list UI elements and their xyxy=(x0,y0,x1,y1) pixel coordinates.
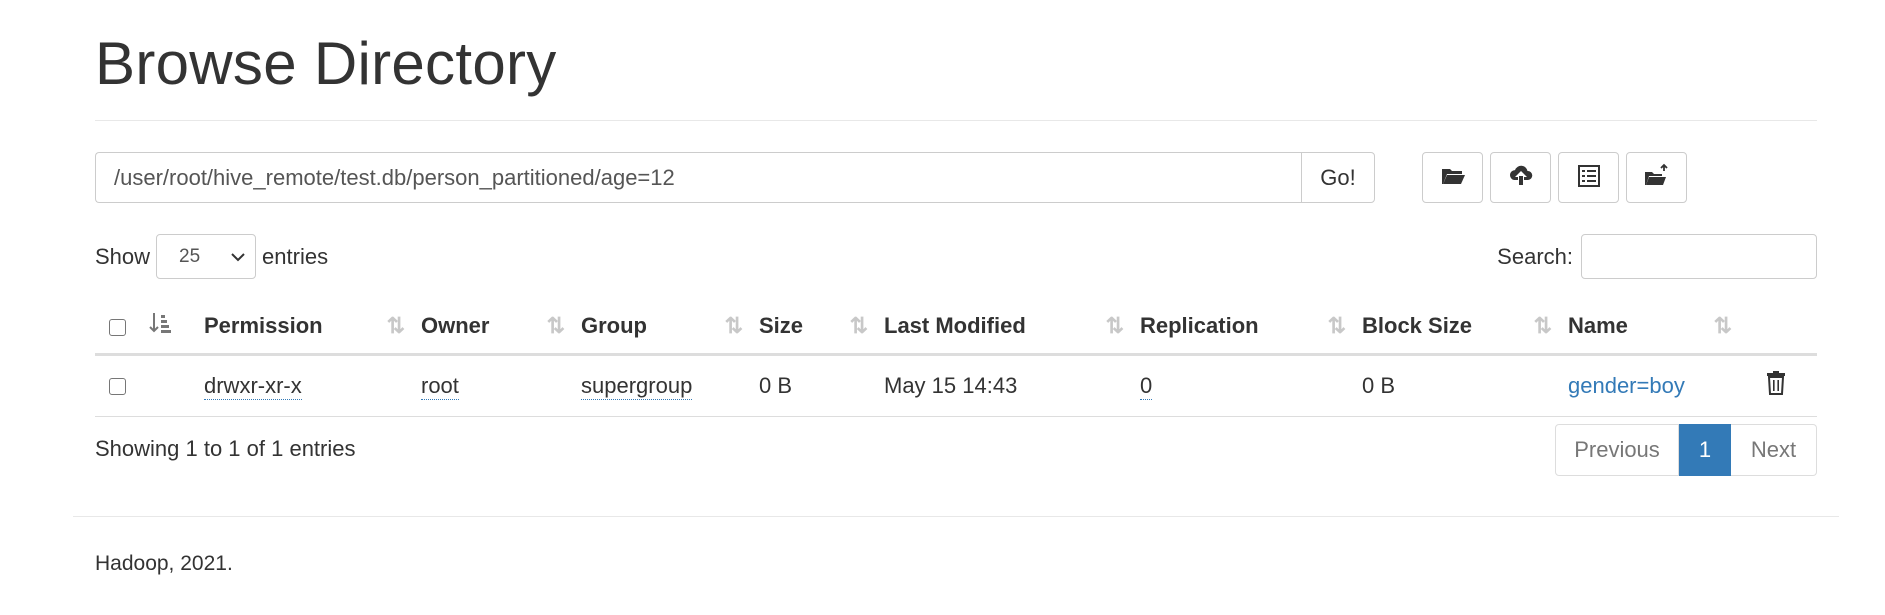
move-folder-icon xyxy=(1644,163,1670,192)
chevron-down-icon xyxy=(231,246,245,268)
column-replication: Replication xyxy=(1140,313,1259,339)
replication-value[interactable]: 0 xyxy=(1140,372,1153,400)
header-block-size[interactable]: Block Size ⇅ xyxy=(1362,300,1568,356)
row-checkbox[interactable] xyxy=(109,378,126,396)
upload-files-button[interactable] xyxy=(1490,152,1551,203)
sort-both-icon: ⇅ xyxy=(1713,313,1732,339)
entries-select[interactable]: 25 xyxy=(156,234,257,279)
entries-select-value: 25 xyxy=(179,245,201,267)
entries-label: entries xyxy=(262,243,329,269)
name-cell: gender=boy xyxy=(1568,354,1748,417)
path-input[interactable] xyxy=(95,152,1301,203)
file-table: Permission ⇅ Owner ⇅ Group ⇅ Size ⇅ Last… xyxy=(95,300,1817,417)
column-block-size: Block Size xyxy=(1362,313,1473,339)
create-directory-button[interactable] xyxy=(1422,152,1483,203)
header-owner[interactable]: Owner ⇅ xyxy=(421,300,581,356)
column-name: Name xyxy=(1568,313,1628,339)
page-title: Browse Directory xyxy=(95,30,557,97)
owner-value[interactable]: root xyxy=(421,372,459,400)
sort-both-icon: ⇅ xyxy=(386,313,405,339)
folder-open-icon xyxy=(1440,163,1466,192)
permission-value[interactable]: drwxr-xr-x xyxy=(204,372,302,400)
go-button[interactable]: Go! xyxy=(1301,152,1375,203)
header-group[interactable]: Group ⇅ xyxy=(581,300,759,356)
footer-divider xyxy=(73,516,1839,517)
cut-paste-button[interactable] xyxy=(1558,152,1619,203)
group-cell: supergroup xyxy=(581,354,759,417)
header-name[interactable]: Name ⇅ xyxy=(1568,300,1748,356)
header-actions xyxy=(1748,300,1817,356)
move-button[interactable] xyxy=(1626,152,1687,203)
show-label: Show xyxy=(95,243,151,269)
owner-cell: root xyxy=(421,354,581,417)
column-permission: Permission xyxy=(204,313,323,339)
size-cell: 0 B xyxy=(759,354,884,417)
column-owner: Owner xyxy=(421,313,490,339)
header-permission[interactable]: Permission ⇅ xyxy=(204,300,421,356)
row-select-cell xyxy=(95,354,143,417)
search-input[interactable] xyxy=(1581,234,1817,279)
group-value[interactable]: supergroup xyxy=(581,372,693,400)
replication-cell: 0 xyxy=(1140,354,1362,417)
header-sort-default[interactable] xyxy=(143,300,204,356)
cloud-upload-icon xyxy=(1508,163,1534,192)
permission-cell: drwxr-xr-x xyxy=(204,354,421,417)
column-last-modified: Last Modified xyxy=(884,313,1026,339)
header-last-modified[interactable]: Last Modified ⇅ xyxy=(884,300,1140,356)
next-button[interactable]: Next xyxy=(1731,424,1817,476)
table-row: drwxr-xr-x root supergroup 0 B May 15 14… xyxy=(95,354,1817,417)
sort-both-icon: ⇅ xyxy=(1533,313,1552,339)
table-info: Showing 1 to 1 of 1 entries xyxy=(95,436,356,461)
trash-icon[interactable] xyxy=(1766,370,1786,401)
block-size-cell: 0 B xyxy=(1362,354,1568,417)
page-1-button[interactable]: 1 xyxy=(1679,424,1731,476)
row-spacer-cell xyxy=(143,354,204,417)
toolbar xyxy=(1422,152,1687,203)
last-modified-cell: May 15 14:43 xyxy=(884,354,1140,417)
actions-cell xyxy=(1748,354,1817,417)
search-label: Search: xyxy=(1497,243,1573,269)
sort-both-icon: ⇅ xyxy=(1327,313,1346,339)
search-control: Search: xyxy=(1497,234,1817,279)
column-group: Group xyxy=(581,313,647,339)
header-replication[interactable]: Replication ⇅ xyxy=(1140,300,1362,356)
sort-both-icon: ⇅ xyxy=(1105,313,1124,339)
name-link[interactable]: gender=boy xyxy=(1568,373,1685,398)
sort-descending-icon xyxy=(149,311,171,341)
header-size[interactable]: Size ⇅ xyxy=(759,300,884,356)
table-header-row: Permission ⇅ Owner ⇅ Group ⇅ Size ⇅ Last… xyxy=(95,300,1817,356)
previous-button[interactable]: Previous xyxy=(1555,424,1679,476)
path-bar: Go! xyxy=(95,152,1375,203)
select-all-header xyxy=(95,300,143,356)
sort-both-icon: ⇅ xyxy=(546,313,565,339)
title-divider xyxy=(95,120,1817,121)
list-alt-icon xyxy=(1576,163,1602,192)
footer-text: Hadoop, 2021. xyxy=(95,552,233,575)
sort-both-icon: ⇅ xyxy=(724,313,743,339)
select-all-checkbox[interactable] xyxy=(109,318,126,336)
sort-both-icon: ⇅ xyxy=(849,313,868,339)
pagination: Previous 1 Next xyxy=(1555,424,1817,476)
entries-length-control: Show 25 entries xyxy=(95,234,328,279)
column-size: Size xyxy=(759,313,804,339)
